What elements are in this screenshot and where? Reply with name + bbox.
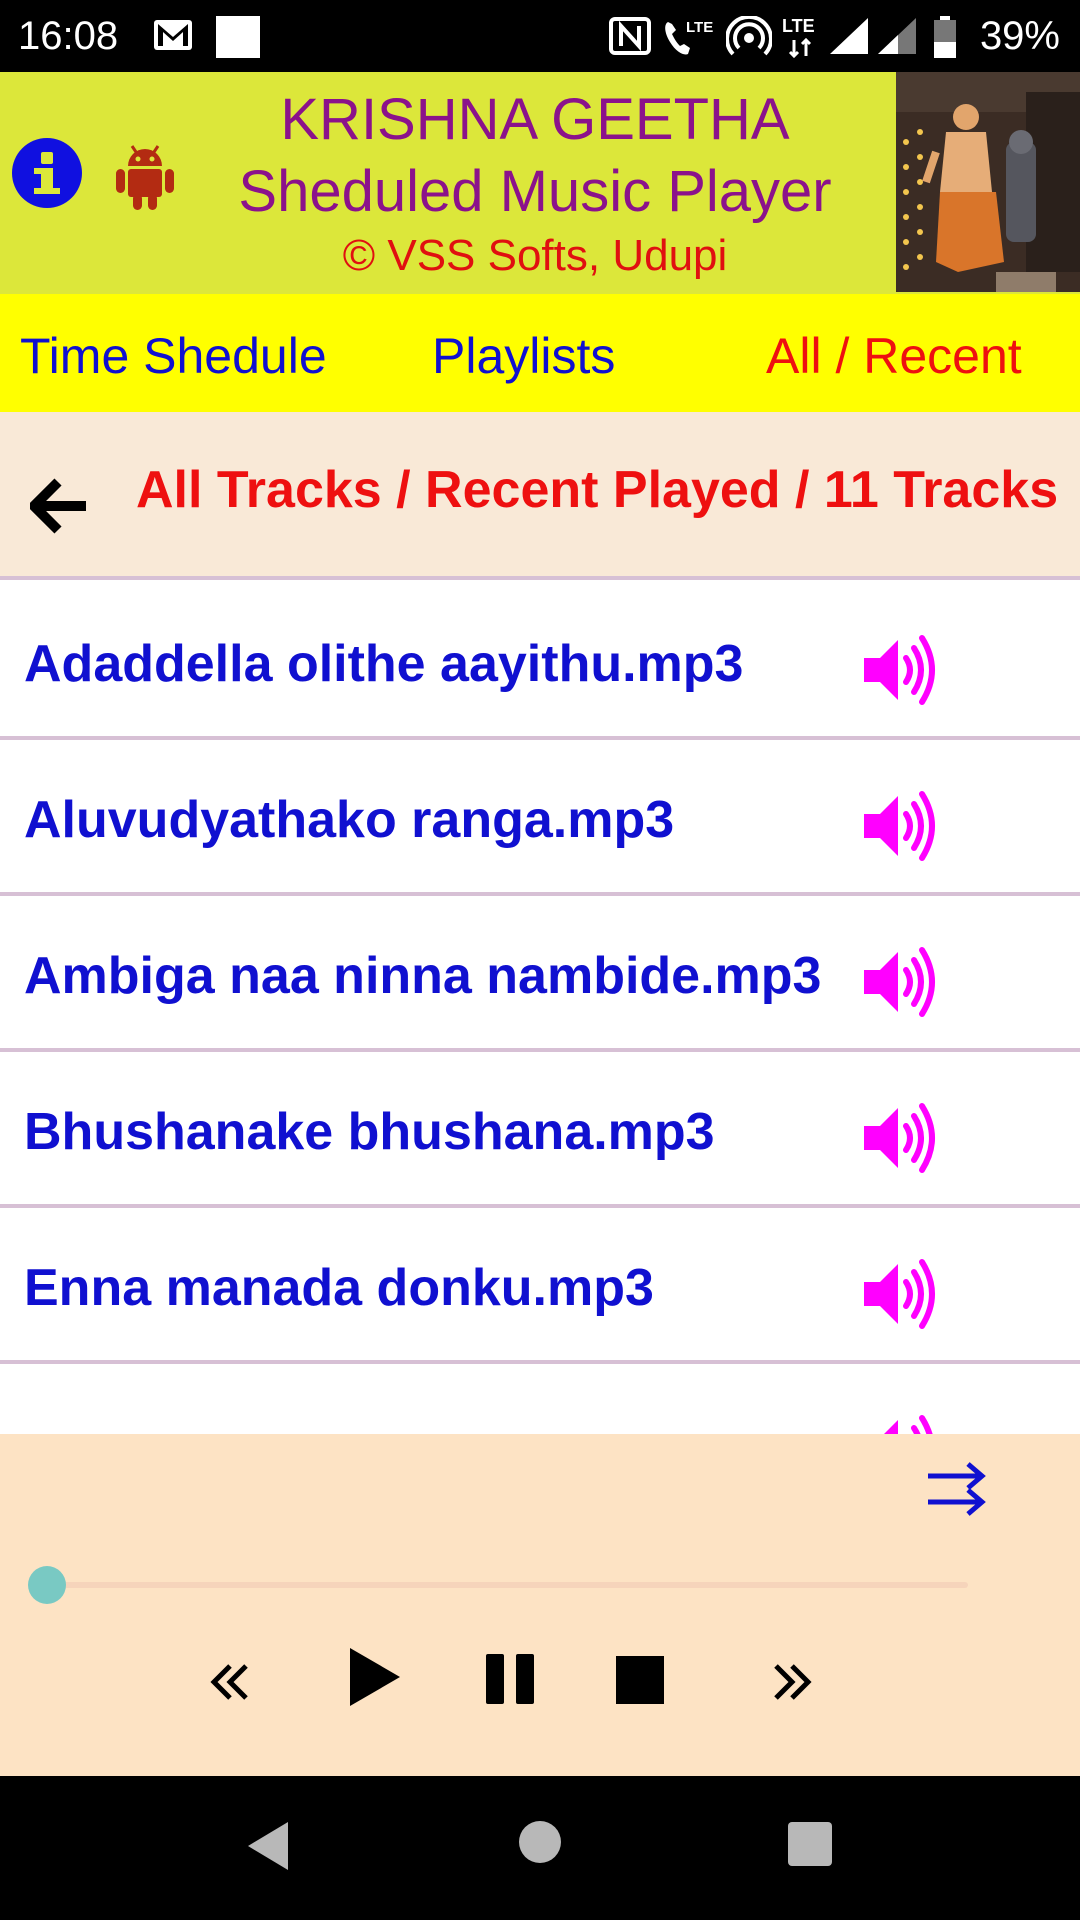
status-time: 16:08 bbox=[18, 14, 119, 58]
lte-icon: LTE bbox=[782, 16, 815, 59]
speaker-icon[interactable] bbox=[862, 1102, 942, 1174]
app-title: KRISHNA GEETHA bbox=[280, 87, 790, 152]
battery-percent: 39% bbox=[979, 14, 1060, 58]
track-row[interactable]: Enna manada donku.mp3 bbox=[0, 1208, 1080, 1364]
speaker-icon[interactable] bbox=[862, 790, 942, 862]
speaker-icon[interactable] bbox=[862, 1414, 942, 1434]
shuffle-icon[interactable] bbox=[926, 1460, 986, 1518]
notification-square-icon bbox=[216, 16, 260, 58]
android-icon[interactable] bbox=[112, 140, 178, 212]
track-name[interactable]: Bhushanake bhushana.mp3 bbox=[24, 1102, 715, 1162]
fast-forward-icon[interactable] bbox=[770, 1662, 814, 1702]
track-row-partial[interactable] bbox=[0, 1364, 1080, 1434]
track-row[interactable]: Bhushanake bhushana.mp3 bbox=[0, 1052, 1080, 1208]
battery-icon bbox=[934, 16, 956, 58]
tab-time-shedule[interactable]: Time Shedule bbox=[20, 328, 327, 384]
speaker-icon[interactable] bbox=[862, 1258, 942, 1330]
back-arrow-icon[interactable] bbox=[30, 478, 88, 534]
pause-icon[interactable] bbox=[484, 1652, 538, 1706]
track-row[interactable]: Adaddella olithe aayithu.mp3 bbox=[0, 584, 1080, 740]
signal-icon bbox=[830, 18, 868, 54]
app-subtitle: Sheduled Music Player bbox=[238, 159, 832, 224]
seek-bar[interactable] bbox=[48, 1582, 968, 1588]
nfc-icon bbox=[609, 17, 651, 55]
track-row[interactable]: Ambiga naa ninna nambide.mp3 bbox=[0, 896, 1080, 1052]
info-icon[interactable] bbox=[12, 138, 82, 208]
seek-thumb[interactable] bbox=[28, 1566, 66, 1604]
signal-icon bbox=[878, 18, 916, 54]
track-name[interactable]: Adaddella olithe aayithu.mp3 bbox=[24, 634, 743, 694]
section-header: All Tracks / Recent Played / 11 Tracks bbox=[0, 412, 1080, 580]
track-list[interactable]: Adaddella olithe aayithu.mp3 Aluvudyatha… bbox=[0, 584, 1080, 1434]
nav-home-icon[interactable] bbox=[518, 1820, 562, 1864]
stop-icon[interactable] bbox=[614, 1654, 666, 1706]
tab-bar: Time Shedule Playlists All / Recent bbox=[0, 294, 1080, 412]
svg-text:LTE: LTE bbox=[782, 16, 815, 36]
svg-text:LTE: LTE bbox=[686, 19, 713, 36]
header-photo bbox=[896, 72, 1080, 292]
play-icon[interactable] bbox=[346, 1646, 402, 1708]
rewind-icon[interactable] bbox=[208, 1662, 252, 1702]
track-name[interactable]: Ambiga naa ninna nambide.mp3 bbox=[24, 946, 821, 1006]
volte-call-icon: LTE bbox=[665, 19, 713, 55]
status-bar: 16:08 LTE LTE 39% bbox=[0, 0, 1080, 72]
copyright-text: © VSS Softs, Udupi bbox=[342, 231, 728, 280]
section-title: All Tracks / Recent Played / 11 Tracks bbox=[136, 461, 1059, 519]
gmail-icon bbox=[154, 20, 192, 50]
hotspot-icon bbox=[726, 16, 772, 56]
tab-playlists[interactable]: Playlists bbox=[432, 328, 615, 384]
navigation-bar bbox=[0, 1776, 1080, 1920]
player-panel bbox=[0, 1434, 1080, 1776]
track-name[interactable]: Aluvudyathako ranga.mp3 bbox=[24, 790, 674, 850]
tab-all-recent[interactable]: All / Recent bbox=[766, 328, 1022, 384]
nav-back-icon[interactable] bbox=[244, 1820, 292, 1872]
track-name[interactable]: Enna manada donku.mp3 bbox=[24, 1258, 654, 1318]
track-row[interactable]: Aluvudyathako ranga.mp3 bbox=[0, 740, 1080, 896]
speaker-icon[interactable] bbox=[862, 946, 942, 1018]
speaker-icon[interactable] bbox=[862, 634, 942, 706]
nav-recents-icon[interactable] bbox=[786, 1820, 834, 1868]
